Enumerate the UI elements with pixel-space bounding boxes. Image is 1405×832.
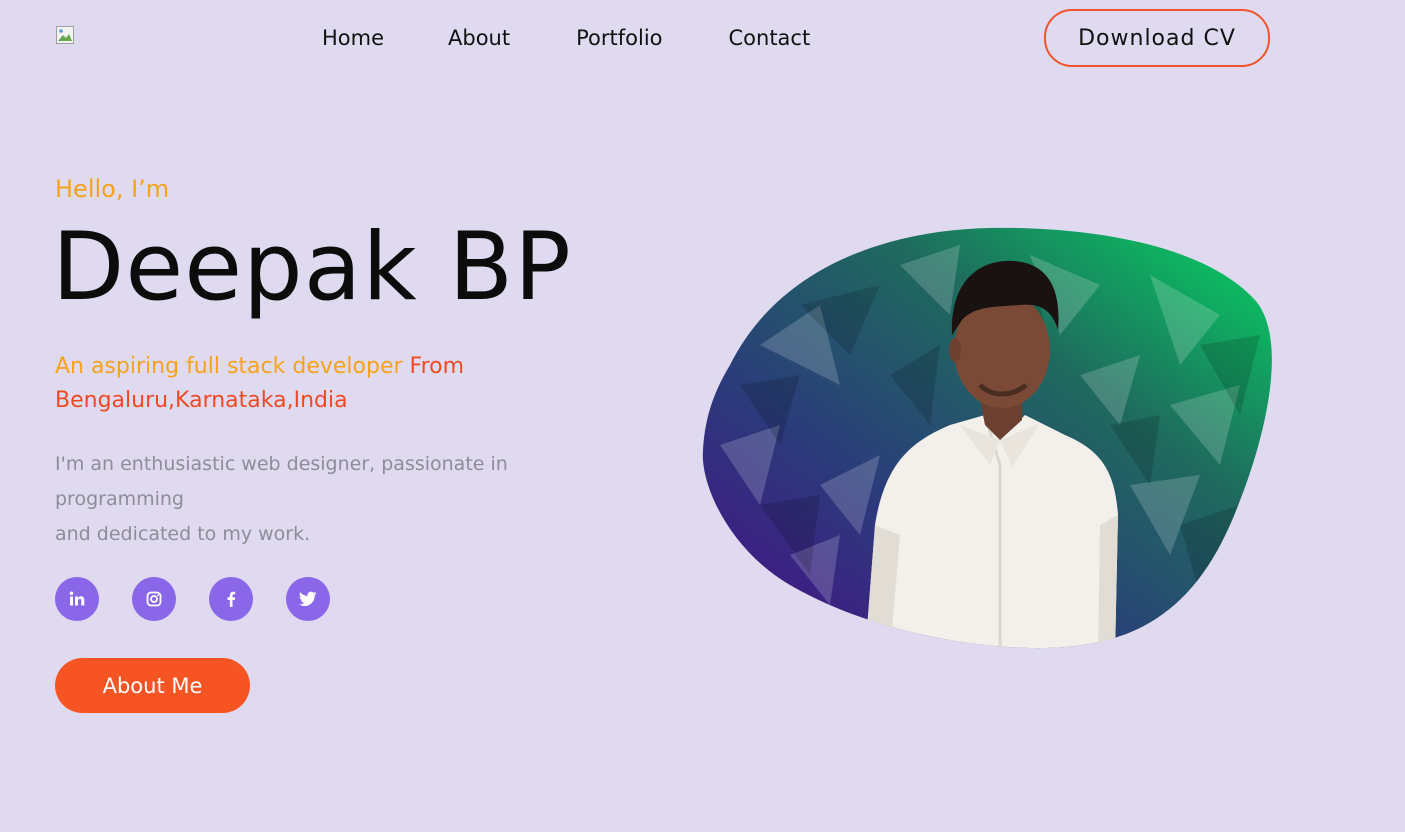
- nav-link-portfolio[interactable]: Portfolio: [576, 22, 662, 54]
- profile-photo: [702, 227, 1272, 649]
- description-line: programming: [55, 488, 184, 510]
- tagline-from: From: [409, 354, 465, 379]
- hero-greeting: Hello, I’m: [55, 175, 170, 203]
- about-me-button[interactable]: About Me: [55, 658, 250, 713]
- tagline-role: An aspiring full stack developer: [55, 354, 410, 379]
- download-cv-button[interactable]: Download CV: [1044, 9, 1270, 67]
- social-links: [55, 577, 330, 621]
- nav-link-about[interactable]: About: [448, 22, 510, 54]
- description-line: I'm an enthusiastic web designer, passio…: [55, 453, 508, 475]
- instagram-icon: [146, 591, 162, 607]
- nav-link-home[interactable]: Home: [322, 22, 384, 54]
- linkedin-button[interactable]: [55, 577, 99, 621]
- twitter-icon: [299, 591, 317, 606]
- broken-image-icon: [56, 26, 74, 44]
- hero-description: I'm an enthusiastic web designer, passio…: [55, 447, 535, 552]
- nav-link-contact[interactable]: Contact: [729, 22, 811, 54]
- logo-image-broken[interactable]: [55, 25, 75, 45]
- tagline-location: Bengaluru,Karnataka,India: [55, 388, 348, 413]
- twitter-button[interactable]: [286, 577, 330, 621]
- hero-tagline: An aspiring full stack developer From Be…: [55, 350, 535, 418]
- description-line: and dedicated to my work.: [55, 523, 311, 545]
- linkedin-icon: [69, 591, 85, 606]
- facebook-icon: [227, 591, 236, 607]
- instagram-button[interactable]: [132, 577, 176, 621]
- hero-name: Deepak BP: [52, 213, 572, 322]
- facebook-button[interactable]: [209, 577, 253, 621]
- main-nav: Home About Portfolio Contact: [322, 22, 810, 54]
